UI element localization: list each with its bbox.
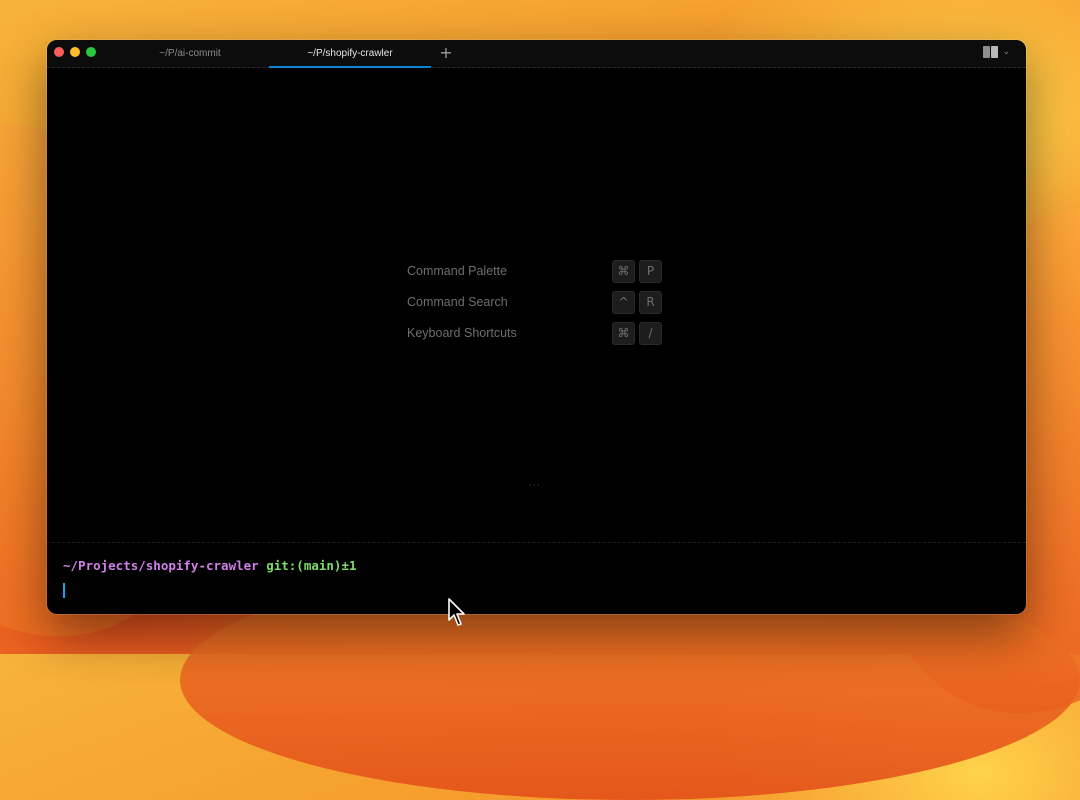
shortcut-command-search[interactable]: Command Search ^ R [407, 291, 667, 322]
terminal-window: ~/P/ai-commit ~/P/shopify-crawler + ⌄ Co… [47, 40, 1026, 614]
minimize-window-button[interactable] [70, 47, 80, 57]
prompt-path: ~/Projects/shopify-crawler [63, 558, 259, 573]
shortcut-keys: ⌘ / [612, 322, 662, 345]
prompt-git-status: git:(main)±1 [266, 558, 357, 573]
shell-prompt: ~/Projects/shopify-crawler git:(main)±1 [63, 558, 357, 573]
add-tab-icon[interactable]: + [438, 44, 454, 62]
shortcut-label: Command Search [407, 295, 508, 309]
tab-shopify-crawler[interactable]: ~/P/shopify-crawler [269, 40, 431, 68]
shortcut-label: Keyboard Shortcuts [407, 326, 517, 340]
layout-menu-button[interactable]: ⌄ [983, 46, 1010, 58]
shortcut-keys: ^ R [612, 291, 662, 314]
active-tab-indicator [269, 66, 431, 68]
tab-label: ~/P/ai-commit [159, 48, 221, 59]
command-key-icon: ⌘ [612, 322, 635, 345]
key-cap: / [639, 322, 662, 345]
pane-resize-handle[interactable]: ··· [529, 481, 541, 491]
title-bar: ~/P/ai-commit ~/P/shopify-crawler + ⌄ [47, 40, 1026, 68]
command-key-icon: ⌘ [612, 260, 635, 283]
mouse-pointer-icon [448, 598, 465, 626]
book-icon [983, 46, 999, 58]
key-cap: R [639, 291, 662, 314]
shortcut-hints: Command Palette ⌘ P Command Search ^ R K… [407, 260, 667, 353]
text-cursor[interactable] [63, 583, 65, 598]
prompt-divider [47, 542, 1026, 543]
control-key-icon: ^ [612, 291, 635, 314]
close-window-button[interactable] [54, 47, 64, 57]
chevron-down-icon: ⌄ [1002, 47, 1010, 57]
tab-ai-commit[interactable]: ~/P/ai-commit [115, 40, 265, 68]
shortcut-keyboard-shortcuts[interactable]: Keyboard Shortcuts ⌘ / [407, 322, 667, 353]
shortcut-keys: ⌘ P [612, 260, 662, 283]
maximize-window-button[interactable] [86, 47, 96, 57]
shortcut-command-palette[interactable]: Command Palette ⌘ P [407, 260, 667, 291]
shortcut-label: Command Palette [407, 264, 508, 278]
key-cap: P [639, 260, 662, 283]
tab-label: ~/P/shopify-crawler [307, 48, 393, 59]
